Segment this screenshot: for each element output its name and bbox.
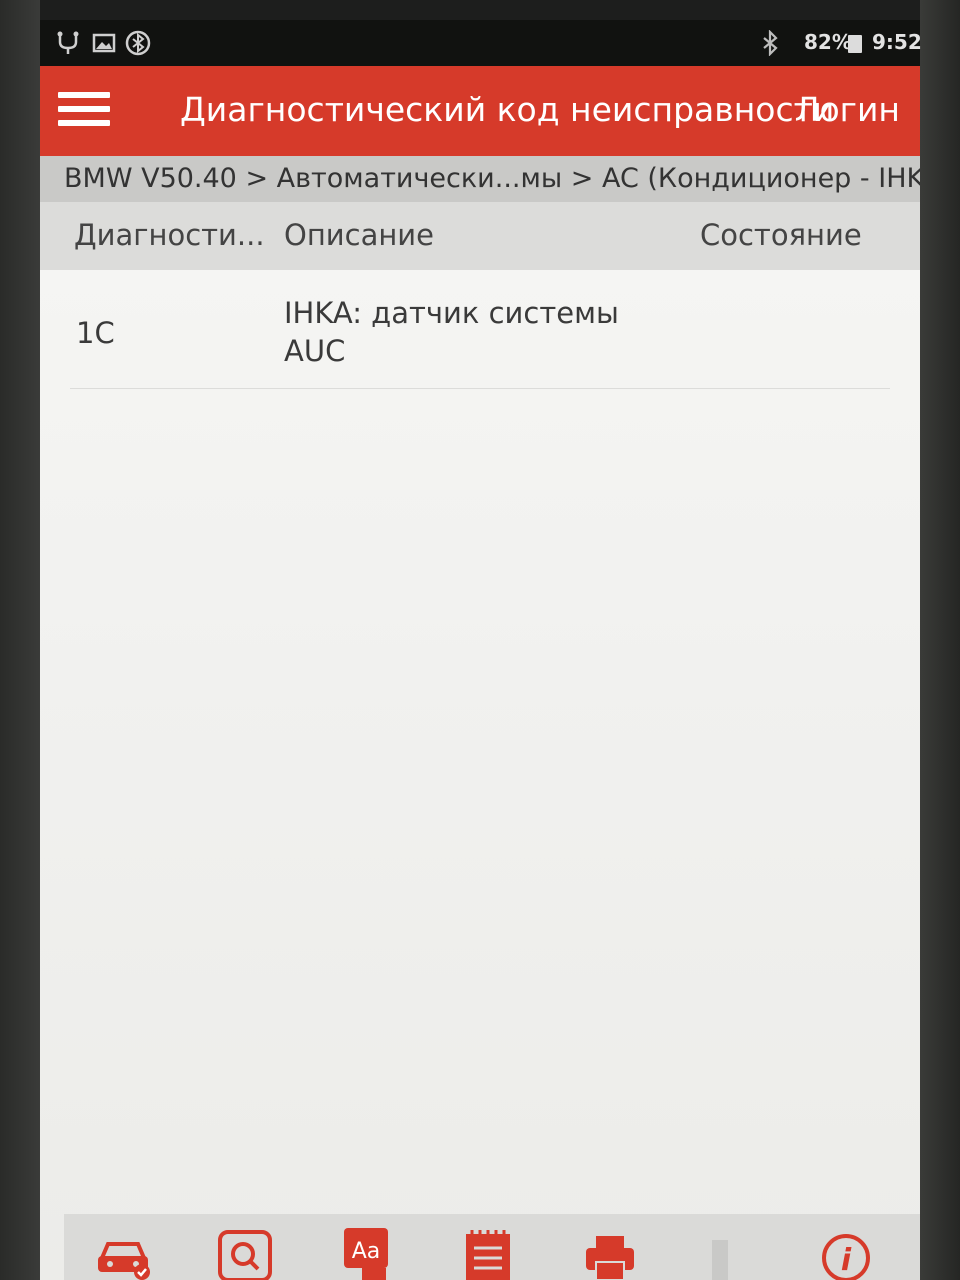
app-bar: Диагностический код неисправности Логин [40, 66, 920, 156]
battery-icon [848, 35, 862, 53]
info-icon[interactable]: i [816, 1228, 876, 1280]
breadcrumb: BMW V50.40 > Автоматически...мы > AC (Ко… [40, 156, 920, 202]
device-bezel-left [0, 0, 40, 1280]
font-size-icon[interactable]: Aa [340, 1228, 400, 1280]
battery-percent: 82% [804, 30, 852, 54]
usb-icon [57, 31, 79, 54]
image-icon [92, 33, 116, 53]
info-icon-label: i [841, 1243, 852, 1278]
search-icon[interactable] [216, 1228, 276, 1280]
table-header: Диагности... Описание Состояние [40, 202, 920, 270]
page-title: Диагностический код неисправности [180, 90, 835, 129]
bottom-toolbar: Aa i [64, 1214, 920, 1280]
status-bar: 82% 9:52 [40, 20, 922, 66]
breadcrumb-text: BMW V50.40 > Автоматически...мы > AC (Ко… [64, 163, 920, 194]
bluetooth-icon [763, 30, 778, 56]
row-divider [70, 388, 890, 389]
notepad-icon[interactable] [460, 1228, 520, 1280]
fault-description: IHKA: датчик системы AUC [284, 296, 619, 368]
app-screen: Диагностический код неисправности Логин … [40, 66, 920, 1280]
table-row[interactable]: 1C IHKA: датчик системы AUC [40, 270, 920, 388]
column-header-code[interactable]: Диагности... [74, 218, 265, 252]
hamburger-menu-icon[interactable] [54, 88, 114, 134]
font-size-icon-label: Aa [352, 1239, 381, 1264]
column-header-state[interactable]: Состояние [700, 218, 862, 252]
device-bezel-right [920, 0, 960, 1280]
car-check-icon[interactable] [94, 1228, 154, 1280]
printer-icon[interactable] [580, 1228, 640, 1280]
bluetooth-circle-icon [125, 30, 151, 56]
fault-code: 1C [76, 316, 115, 350]
login-button[interactable]: Логин [795, 90, 900, 129]
column-header-description[interactable]: Описание [284, 218, 434, 252]
clock: 9:52 [872, 30, 922, 54]
blank-icon [712, 1240, 728, 1280]
